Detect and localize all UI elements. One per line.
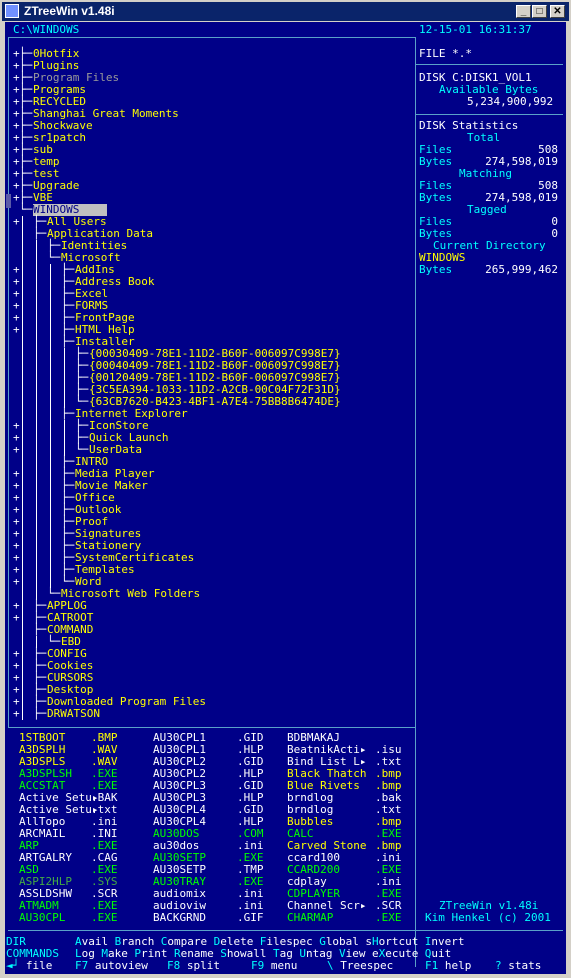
title-bar[interactable]: ZTreeWin v1.48i _ □ ✕ — [2, 2, 569, 21]
tree-branch: └─ — [19, 203, 33, 216]
function-key: ? — [495, 959, 502, 972]
tree-branch: └─ — [47, 251, 61, 264]
function-key-item[interactable]: ◄┘ file — [6, 960, 52, 972]
close-button[interactable]: ✕ — [550, 5, 565, 18]
function-key-label: Treespec — [340, 959, 394, 972]
file-entry-name[interactable]: BACKGRND — [153, 912, 206, 924]
function-key: F9 — [251, 959, 265, 972]
current-path: C:\WINDOWS — [13, 23, 80, 36]
console-area[interactable]: C:\WINDOWS 12-15-01 16:31:37 + ├─ 0Hotfix +… — [5, 22, 566, 974]
tree-expand-marker[interactable]: + — [13, 612, 20, 624]
total-bytes-label: Bytes — [419, 155, 453, 168]
function-key-item[interactable]: ? stats — [495, 960, 541, 972]
tree-expand-marker[interactable]: + — [13, 576, 20, 588]
function-key: F7 — [75, 959, 89, 972]
function-key-label: file — [25, 959, 53, 972]
tree-folder[interactable]: DRWATSON — [47, 708, 100, 720]
datetime: 12-15-01 16:31:37 — [419, 23, 532, 36]
app-icon[interactable] — [5, 4, 19, 18]
tree-expand-marker[interactable]: + — [13, 444, 20, 456]
function-key-item[interactable]: F9 menu — [251, 960, 297, 972]
matching-bytes-label: Bytes — [419, 191, 453, 204]
function-key-item[interactable]: \ Treespec — [327, 960, 393, 972]
tree-expand-marker[interactable]: + — [13, 324, 20, 336]
total-label: Total — [467, 131, 501, 144]
function-key-label: stats — [508, 959, 542, 972]
function-key-label: autoview — [94, 959, 148, 972]
tree-branch: ├─ — [33, 623, 47, 636]
tree-expand-marker[interactable]: + — [13, 708, 20, 720]
matching-label: Matching — [459, 167, 512, 180]
function-key: F1 — [425, 959, 439, 972]
minimize-button[interactable]: _ — [516, 5, 531, 18]
file-entry-ext: .GIF — [237, 911, 264, 924]
function-key-item[interactable]: F8 split — [167, 960, 220, 972]
function-key-label: menu — [270, 959, 298, 972]
filespec[interactable]: FILE *.* — [419, 48, 472, 60]
tree-scroll-thumb[interactable] — [6, 194, 11, 208]
menu-hotkey: S — [220, 947, 227, 960]
function-key-label: help — [444, 959, 472, 972]
current-bytes: 265,999,462 — [485, 263, 558, 276]
function-key-item[interactable]: F7 autoview — [75, 960, 148, 972]
function-key: \ — [327, 959, 334, 972]
author-label: Kim Henkel (c) 2001 — [425, 911, 551, 924]
function-key-item[interactable]: F1 help — [425, 960, 471, 972]
function-key-label: split — [186, 959, 220, 972]
tree-branch: ├─ — [61, 335, 75, 348]
tree-branch: ├─ — [61, 407, 75, 420]
current-bytes-label: Bytes — [419, 263, 453, 276]
file-entry-ext: .EXE — [375, 911, 402, 924]
available-value: 5,234,900,992 — [467, 95, 554, 108]
window-title: ZTreeWin v1.48i — [24, 4, 115, 18]
function-key: F8 — [167, 959, 181, 972]
maximize-button[interactable]: □ — [532, 5, 547, 18]
tagged-files: 0 — [551, 215, 558, 228]
tree-branch: ├─ — [33, 707, 47, 720]
tagged-label: Tagged — [467, 203, 507, 216]
tree-expand-marker[interactable]: + — [13, 216, 20, 228]
file-entry-ext: .EXE — [91, 911, 118, 924]
tree-branch: ├─ — [33, 227, 47, 240]
function-key: ◄┘ — [6, 959, 20, 972]
file-entry-name[interactable]: CHARMAP — [287, 912, 333, 924]
file-entry-name[interactable]: AU30CPL — [19, 912, 65, 924]
